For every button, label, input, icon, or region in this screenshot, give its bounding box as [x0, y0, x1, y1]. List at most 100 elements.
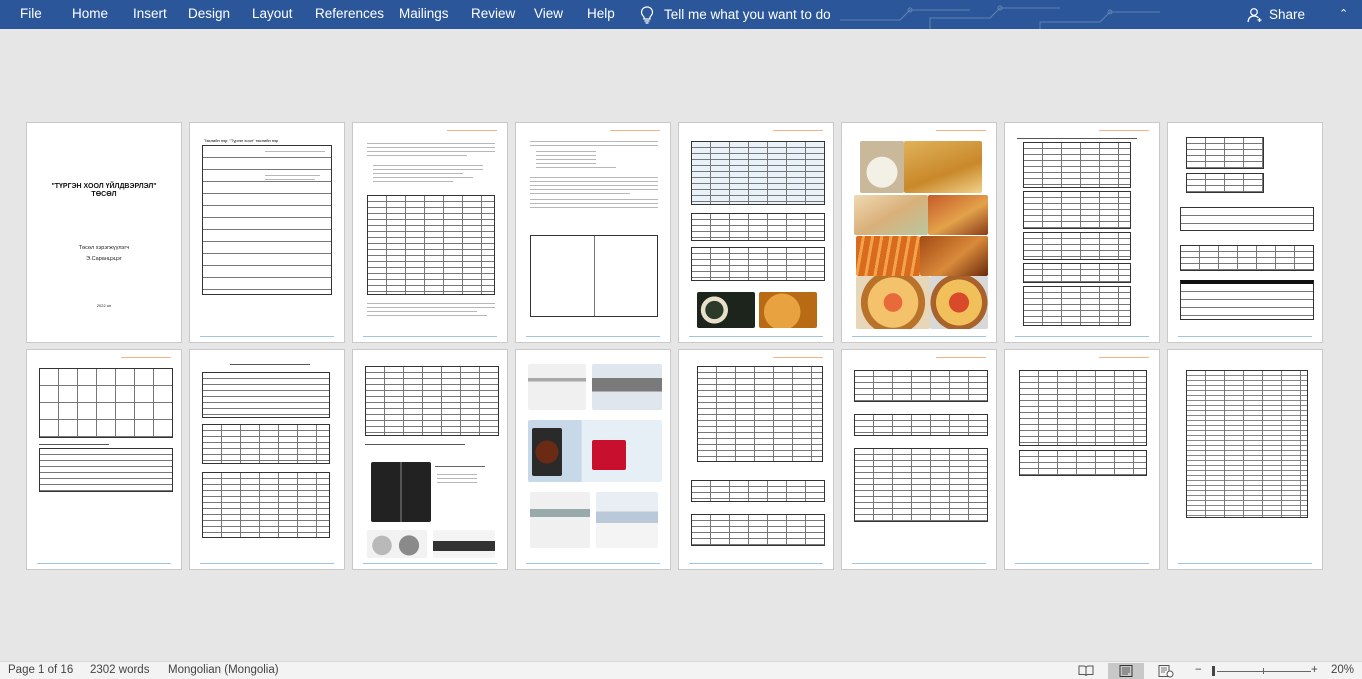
text-line: [536, 159, 596, 160]
page-header-line: [936, 357, 986, 358]
griddle-photo: [592, 364, 662, 410]
page-count[interactable]: Page 1 of 16: [8, 664, 73, 676]
buffet-counter-photo: [530, 492, 590, 548]
cover-title: "ТҮРГЭН ХООЛ ҮЙЛДВЭРЛЭЛ" ТӨСӨЛ: [33, 183, 175, 199]
text-line: [373, 181, 453, 182]
text-line: [536, 163, 596, 164]
tab-review[interactable]: Review: [471, 0, 515, 29]
page-thumbnail-7[interactable]: [1004, 122, 1160, 343]
page-thumbnail-6[interactable]: [841, 122, 997, 343]
page-thumbnail-10[interactable]: [189, 349, 345, 570]
repayment-table: [202, 472, 330, 538]
text-line: [265, 179, 315, 180]
page-thumbnail-1[interactable]: "ТҮРГЭН ХООЛ ҮЙЛДВЭРЛЭЛ" ТӨСӨЛ Төсөл хэр…: [26, 122, 182, 343]
page-thumbnail-11[interactable]: [352, 349, 508, 570]
page-thumbnail-16[interactable]: [1167, 349, 1323, 570]
page-thumbnail-12[interactable]: [515, 349, 671, 570]
text-line: [536, 155, 596, 156]
text-line: [373, 177, 473, 178]
tab-references[interactable]: References: [315, 0, 384, 29]
tab-file[interactable]: File: [20, 0, 42, 29]
status-bar: Page 1 of 16 2302 words Mongolian (Mongo…: [0, 661, 1362, 679]
tab-layout[interactable]: Layout: [252, 0, 293, 29]
text-line: [530, 189, 658, 190]
price-table: [691, 213, 825, 241]
share-button[interactable]: Share: [1247, 0, 1305, 29]
zoom-slider-track[interactable]: [1217, 671, 1311, 672]
tab-design[interactable]: Design: [188, 0, 230, 29]
text-line: [373, 165, 483, 166]
text-line: [39, 444, 109, 445]
zoom-in-button[interactable]: +: [1311, 664, 1318, 676]
tab-insert[interactable]: Insert: [133, 0, 167, 29]
budget-table: [202, 372, 330, 418]
web-layout-icon[interactable]: [1158, 665, 1174, 678]
page-thumbnail-2[interactable]: Төслийн нэр: "Түргэн хоол" төслийн нэр: [189, 122, 345, 343]
page-footer-line: [363, 563, 497, 564]
word-count[interactable]: 2302 words: [90, 664, 149, 676]
text-line: [530, 141, 658, 142]
tab-mailings[interactable]: Mailings: [399, 0, 449, 29]
pos-device-photo: [592, 440, 626, 470]
tab-help[interactable]: Help: [587, 0, 615, 29]
page-thumbnail-5[interactable]: [678, 122, 834, 343]
page-footer-line: [526, 563, 660, 564]
text-line: [530, 193, 630, 194]
page-thumbnail-4[interactable]: [515, 122, 671, 343]
text-line: [530, 207, 658, 208]
page-header-line: [773, 357, 823, 358]
text-line: [367, 315, 487, 316]
page2-title: Төслийн нэр: "Түргэн хоол" төслийн нэр: [204, 138, 279, 143]
print-layout-button[interactable]: [1108, 663, 1144, 679]
ingredient-table-5: [1023, 286, 1131, 326]
cover-author-role: Төсөл хэрэгжүүлэгч: [78, 245, 130, 251]
page-thumbnail-13[interactable]: [678, 349, 834, 570]
page-footer-line: [852, 336, 986, 337]
language-indicator[interactable]: Mongolian (Mongolia): [168, 664, 279, 676]
text-line: [367, 303, 495, 304]
equipment-cost-table: [365, 366, 499, 436]
document-canvas[interactable]: "ТҮРГЭН ХООЛ ҮЙЛДВЭРЛЭЛ" ТӨСӨЛ Төсөл хэр…: [0, 29, 1362, 661]
project-info-table: [202, 145, 332, 295]
staff-table: [1180, 280, 1314, 320]
page-thumbnail-8[interactable]: [1167, 122, 1323, 343]
text-line: [367, 151, 495, 152]
text-line: [437, 478, 477, 479]
page-footer-line: [689, 336, 823, 337]
page-thumbnail-3[interactable]: [352, 122, 508, 343]
cover-title-line-2: ТӨСӨЛ: [91, 191, 117, 198]
zoom-level[interactable]: 20%: [1331, 664, 1354, 676]
plan-table: [367, 195, 495, 295]
print-layout-icon: [1119, 665, 1133, 677]
revenue-table: [854, 370, 988, 402]
zoom-out-button[interactable]: −: [1195, 664, 1202, 676]
page-thumbnail-9[interactable]: [26, 349, 182, 570]
text-line: [530, 199, 658, 200]
tab-view[interactable]: View: [534, 0, 563, 29]
zoom-100-marker: [1263, 668, 1264, 674]
ingredient-table-6: [1186, 137, 1264, 169]
chevron-up-icon[interactable]: ⌃: [1339, 7, 1348, 20]
page-thumbnail-14[interactable]: [841, 349, 997, 570]
pizza-photo-2: [930, 276, 988, 329]
tab-home[interactable]: Home: [72, 0, 108, 29]
page-header-line: [1099, 130, 1149, 131]
text-line: [530, 145, 658, 146]
freezer-photo: [596, 492, 658, 548]
swot-table: [530, 235, 658, 317]
fried-chicken-photo: [920, 236, 988, 276]
text-line: [435, 466, 485, 467]
page-footer-line: [1178, 336, 1312, 337]
equipment-table: [1180, 207, 1314, 231]
page-footer-line: [200, 336, 334, 337]
ribbon-menu-bar: File Home Insert Design Layout Reference…: [0, 0, 1362, 29]
text-line: [367, 311, 477, 312]
text-line: [530, 181, 658, 182]
page-thumbnail-15[interactable]: [1004, 349, 1160, 570]
tell-me-search[interactable]: Tell me what you want to do: [640, 0, 831, 29]
text-line: [265, 175, 320, 176]
read-mode-icon[interactable]: [1078, 665, 1094, 677]
zoom-slider-thumb[interactable]: [1212, 666, 1215, 676]
balance-table: [1019, 450, 1147, 476]
text-line: [373, 169, 483, 170]
